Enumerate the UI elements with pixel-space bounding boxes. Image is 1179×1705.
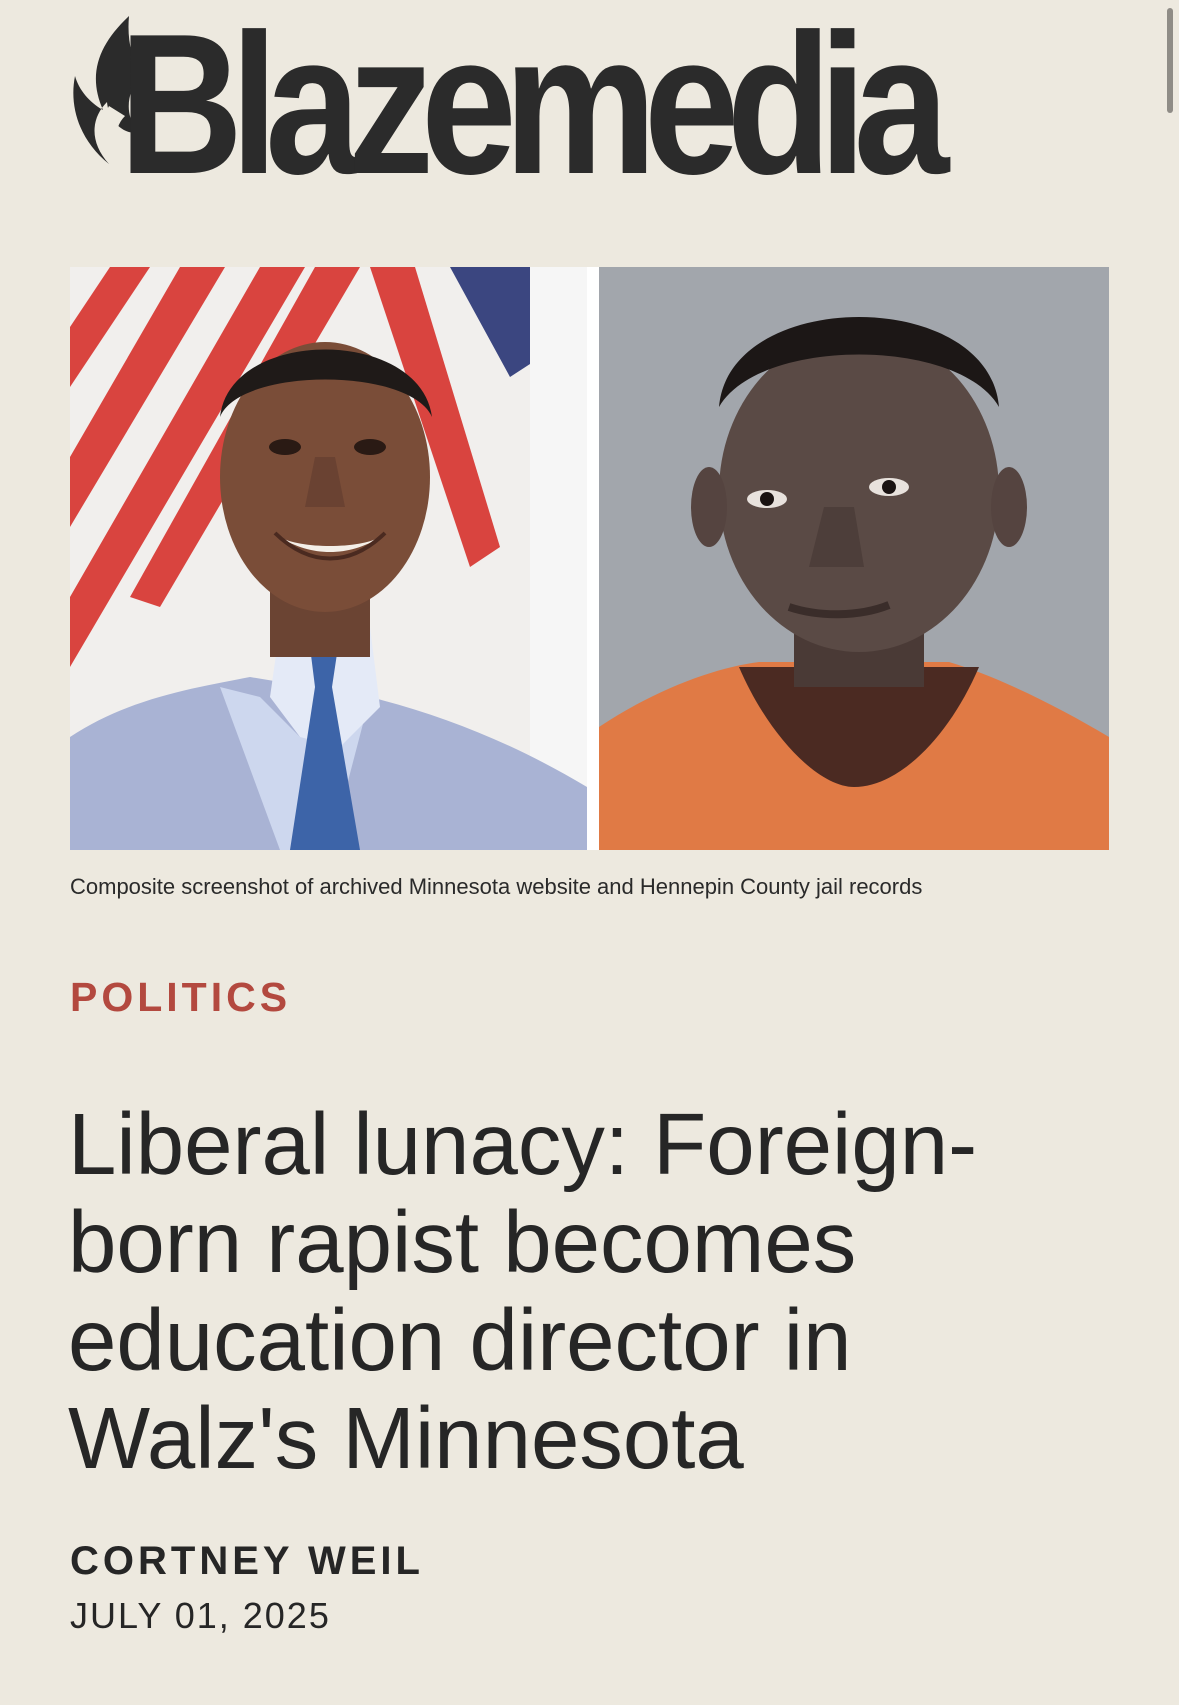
scrollbar-thumb[interactable] — [1167, 8, 1173, 113]
image-caption: Composite screenshot of archived Minneso… — [70, 874, 923, 899]
author-byline[interactable]: CORTNEY WEIL — [70, 1538, 424, 1584]
politician-portrait-photo — [70, 267, 587, 850]
publish-date: JULY 01, 2025 — [70, 1595, 331, 1636]
site-logo[interactable]: Blazemedia — [69, 5, 1109, 205]
hero-image — [70, 267, 1109, 850]
section-tag-politics[interactable]: POLITICS — [70, 973, 291, 1021]
jail-booking-photo — [599, 267, 1109, 850]
article-headline: Liberal lunacy: Foreign-born rapist beco… — [68, 1096, 978, 1487]
logo-wordmark: Blazemedia — [119, 0, 949, 216]
